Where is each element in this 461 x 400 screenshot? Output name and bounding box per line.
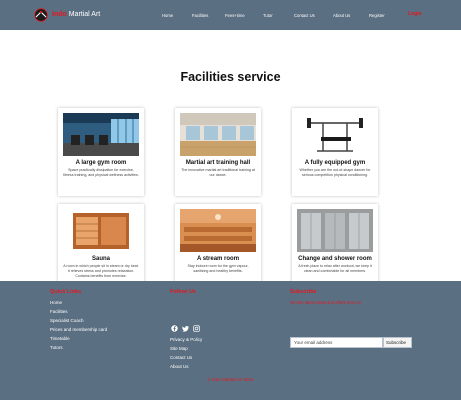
twitter-icon[interactable]: [182, 325, 189, 332]
card-title: Sauna: [91, 256, 110, 262]
follow-us-heading: Follow Us: [170, 289, 196, 295]
facility-card-equipped-gym[interactable]: A fully equipped gym Whether you are the…: [292, 108, 378, 196]
facebook-icon[interactable]: [171, 325, 178, 332]
brand-name[interactable]: Indo Martial Art: [52, 10, 100, 19]
footer-link-facilities[interactable]: Facilities: [50, 309, 68, 314]
footer-link-prices[interactable]: Prices and membership card: [50, 327, 107, 332]
quick-links-heading: Quick Links: [50, 289, 82, 295]
shower-room-image: [297, 209, 373, 252]
footer-link-about-us[interactable]: About Us: [170, 364, 189, 369]
footer-link-contact-us[interactable]: Contact Us: [170, 355, 192, 360]
instagram-icon[interactable]: [193, 325, 200, 332]
nav-tutor[interactable]: Tutor: [263, 13, 273, 18]
card-description: A fresh place to relax after workout, we…: [298, 264, 372, 273]
card-title: A large gym room: [75, 160, 127, 166]
equipped-gym-image: [297, 113, 373, 156]
brand-red: Indo: [52, 11, 67, 18]
subscribe-heading: Subscribe: [290, 289, 317, 295]
card-title: Change and shower room: [298, 256, 372, 262]
brand-white: Martial Art: [66, 11, 101, 18]
card-title: A fully equipped gym: [304, 160, 366, 166]
footer-link-site-map[interactable]: Site Map: [170, 346, 188, 351]
nav-fees-time[interactable]: Fees+time: [225, 13, 245, 18]
footer-link-tutors[interactable]: Tutors: [50, 345, 63, 350]
card-description: Whether you are the out-of-shape dancer …: [299, 168, 371, 177]
card-description: The innovative martial art traditional t…: [181, 168, 255, 177]
facility-card-sauna[interactable]: Sauna A room in which people sit in stea…: [58, 204, 144, 292]
footer-link-timetable[interactable]: Timetable: [50, 336, 70, 341]
card-description: Stay indoors room for the gym vapour, sa…: [187, 264, 249, 273]
footer-link-home[interactable]: Home: [50, 300, 62, 305]
email-input[interactable]: Your email address: [290, 337, 383, 348]
nav-about-us[interactable]: About Us: [333, 13, 350, 18]
gym-room-image: [63, 113, 139, 156]
facility-card-gym-room[interactable]: A large gym room Space practically dissi…: [58, 108, 144, 196]
copyright-text: © Indo Martial Art 2021: [207, 377, 254, 382]
stream-room-image: [180, 209, 256, 252]
footer-link-specialist-coach[interactable]: Specialist Coach: [50, 318, 84, 323]
card-title: Martial art training hall: [185, 160, 251, 166]
training-hall-image: [180, 113, 256, 156]
sauna-image: [63, 209, 139, 252]
card-description: Space practically dissipation for exerci…: [63, 168, 139, 177]
nav-contact-us[interactable]: Contact Us: [294, 13, 315, 18]
subscribe-button[interactable]: Subscribe: [383, 337, 412, 348]
top-navbar: Indo Martial Art Home Facilities Fees+ti…: [0, 0, 461, 30]
card-title: A stream room: [196, 256, 240, 262]
card-description: A room in which people sit in steam or d…: [63, 264, 139, 278]
facility-card-shower-room[interactable]: Change and shower room A fresh place to …: [292, 204, 378, 292]
footer-link-privacy[interactable]: Privacy & Policy: [170, 337, 202, 342]
facility-card-training-hall[interactable]: Martial art training hall The innovative…: [175, 108, 261, 196]
nav-register[interactable]: Register: [369, 13, 385, 18]
facility-card-stream-room[interactable]: A stream room Stay indoors room for the …: [175, 204, 261, 292]
subscribe-text: Get the latest news and offers from us: [290, 300, 361, 305]
nav-facilities[interactable]: Facilities: [192, 13, 208, 18]
logo-icon[interactable]: [33, 8, 49, 22]
page-title: Facilities service: [180, 70, 281, 84]
nav-login[interactable]: Login: [408, 12, 422, 17]
nav-home[interactable]: Home: [162, 13, 173, 18]
